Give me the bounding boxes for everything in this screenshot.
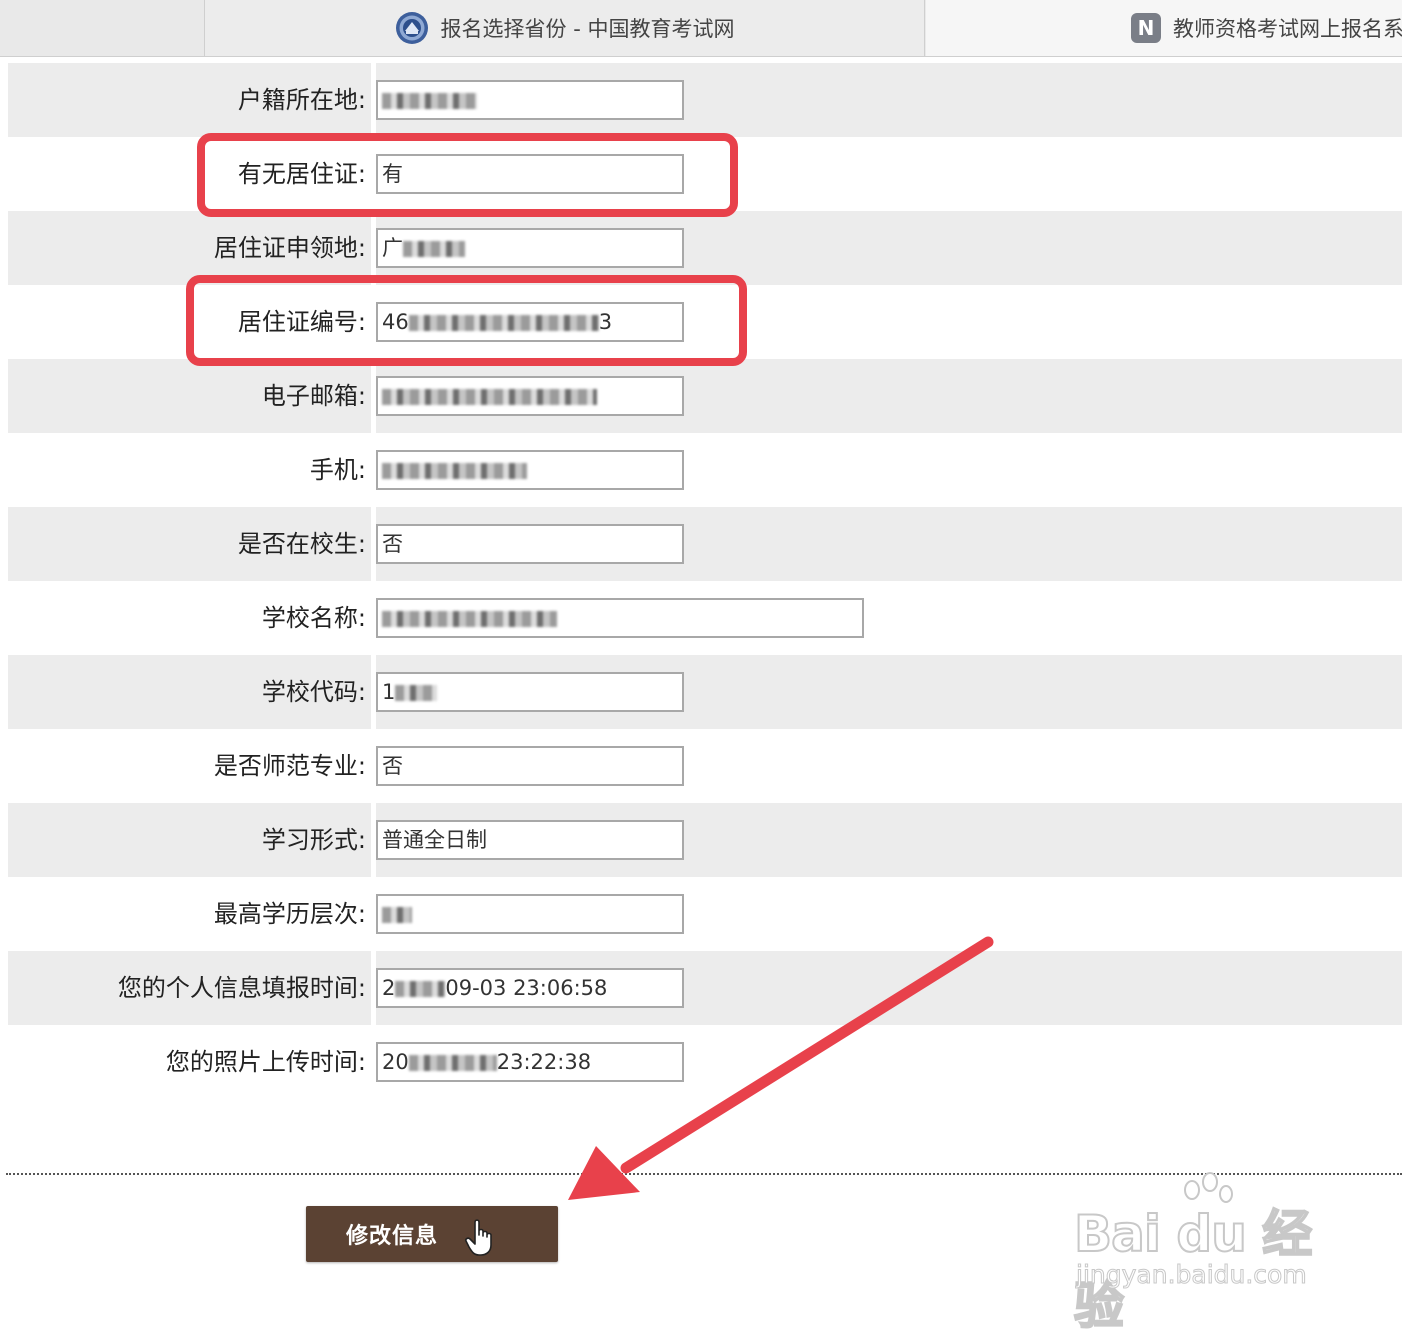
household-location-field[interactable] xyxy=(376,80,684,120)
field-label: 学校代码 xyxy=(8,655,366,729)
field-label: 最高学历层次 xyxy=(8,877,366,951)
field-label: 手机 xyxy=(8,433,366,507)
tab-province-select[interactable]: 报名选择省份 - 中国教育考试网 xyxy=(205,0,925,56)
watermark-url: jingyan.baidu.com xyxy=(1076,1260,1308,1290)
tab-title: 教师资格考试网上报名系 xyxy=(1173,17,1402,41)
redacted-value xyxy=(395,685,438,701)
field-label: 是否师范专业 xyxy=(8,729,366,803)
highlight-box-residence-permit xyxy=(197,133,738,217)
tab-empty[interactable] xyxy=(0,0,205,56)
education-level-field[interactable] xyxy=(376,894,684,934)
school-code-field[interactable]: 1 xyxy=(376,672,684,712)
field-label: 学习形式 xyxy=(8,803,366,877)
phone-field[interactable] xyxy=(376,450,684,490)
form-row-school-code: 学校代码 1 xyxy=(8,655,1402,729)
form-row-household: 户籍所在地 xyxy=(8,63,1402,137)
info-submit-time-field[interactable]: 2 09-03 23:06:58 xyxy=(376,968,684,1008)
study-form-field[interactable]: 普通全日制 xyxy=(376,820,684,860)
field-label: 户籍所在地 xyxy=(8,63,366,137)
n-icon: N xyxy=(1131,13,1161,43)
redacted-value xyxy=(382,907,412,923)
field-label: 您的个人信息填报时间 xyxy=(8,951,366,1025)
field-label: 您的照片上传时间 xyxy=(8,1025,366,1099)
normal-major-field[interactable]: 否 xyxy=(376,746,684,786)
redacted-value xyxy=(382,611,557,627)
form-row-photo-time: 您的照片上传时间 2023:22:38 xyxy=(8,1025,1402,1099)
is-student-field[interactable]: 否 xyxy=(376,524,684,564)
field-label: 学校名称 xyxy=(8,581,366,655)
redacted-value xyxy=(403,241,465,257)
form-row-student: 是否在校生 否 xyxy=(8,507,1402,581)
permit-issue-place-field[interactable]: 广 xyxy=(376,228,684,268)
redacted-value xyxy=(382,93,477,109)
form-row-school-name: 学校名称 xyxy=(8,581,1402,655)
redacted-value xyxy=(382,463,527,479)
field-label: 居住证申领地 xyxy=(8,211,366,285)
form-row-study-form: 学习形式 普通全日制 xyxy=(8,803,1402,877)
baidu-jingyan-watermark: Bai du 经验 jingyan.baidu.com xyxy=(1070,1168,1340,1336)
photo-upload-time-field[interactable]: 20 23:22:38 xyxy=(376,1042,684,1082)
school-name-field[interactable] xyxy=(376,598,864,638)
tab-teacher-exam[interactable]: N 教师资格考试网上报名系 xyxy=(926,0,1402,56)
browser-tab-bar: 报名选择省份 - 中国教育考试网 N 教师资格考试网上报名系 xyxy=(0,0,1402,57)
form-row-phone: 手机 xyxy=(8,433,1402,507)
form-row-info-time: 您的个人信息填报时间 209-03 23:06:58 xyxy=(8,951,1402,1025)
field-label: 是否在校生 xyxy=(8,507,366,581)
emblem-icon xyxy=(395,12,428,44)
form-row-email: 电子邮箱 xyxy=(8,359,1402,433)
highlight-box-permit-number xyxy=(186,275,747,366)
tab-title: 报名选择省份 - 中国教育考试网 xyxy=(440,17,735,41)
form-row-permit-place: 居住证申领地 广 xyxy=(8,211,1402,285)
hand-cursor-icon xyxy=(465,1219,492,1256)
field-label: 电子邮箱 xyxy=(8,359,366,433)
redacted-value xyxy=(408,1055,497,1071)
redacted-value xyxy=(395,981,446,997)
modify-info-button[interactable]: 修改信息 xyxy=(306,1206,558,1262)
form-row-normal-major: 是否师范专业 否 xyxy=(8,729,1402,803)
redacted-value xyxy=(382,389,597,405)
email-field[interactable] xyxy=(376,376,684,416)
form-row-education: 最高学历层次 xyxy=(8,877,1402,951)
